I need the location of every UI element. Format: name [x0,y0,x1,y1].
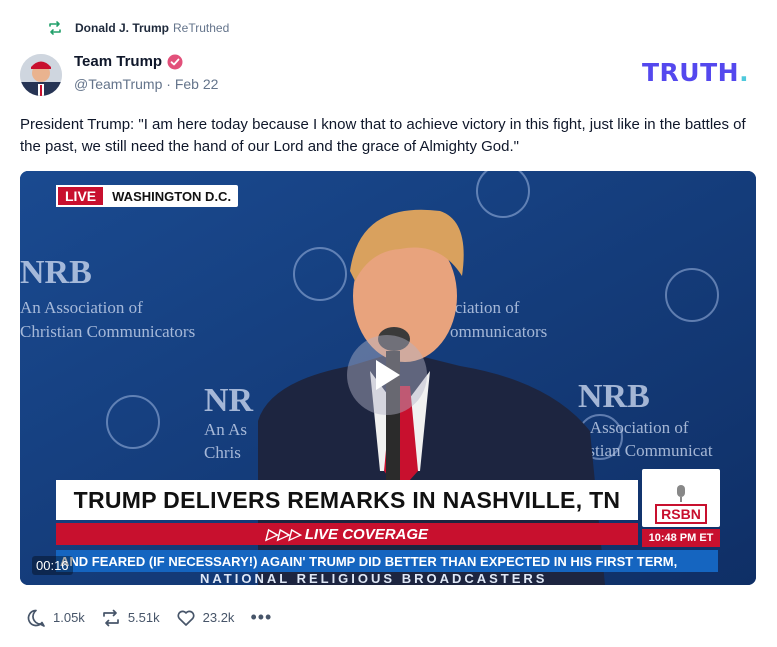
bottom-banner: NATIONAL RELIGIOUS BROADCASTERS [200,571,548,585]
reply-count: 1.05k [53,610,85,625]
play-icon [376,360,400,390]
video-timestamp: 00:16 [32,556,73,575]
live-tag: LIVE WASHINGTON D.C. [56,185,239,207]
like-count: 23.2k [202,610,235,625]
ticker-text: AND FEARED (IF NECESSARY!) AGAIN' TRUMP … [60,553,678,569]
retruth-banner: Donald J. Trump ReTruthed [47,18,229,38]
svg-text:ommunicators: ommunicators [450,322,547,341]
author-name[interactable]: Team Trump [74,53,162,70]
svg-text:An As: An As [204,420,247,439]
play-button[interactable] [347,335,427,415]
svg-text:An Association of: An Association of [20,298,143,317]
more-options-icon[interactable]: ••• [250,607,272,628]
svg-text:NRB: NRB [20,254,92,291]
broadcast-time: 10:48 PM ET [642,529,720,547]
reply-icon [27,609,45,627]
avatar[interactable] [20,54,62,96]
svg-text:iciation of: iciation of [450,298,520,317]
truth-dot: . [739,58,750,87]
video-headline: TRUMP DELIVERS REMARKS IN NASHVILLE, TN [56,480,638,520]
action-bar: 1.05k 5.51k 23.2k ••• [26,607,272,628]
news-ticker: AND FEARED (IF NECESSARY!) AGAIN' TRUMP … [56,550,718,572]
rsbn-logo: RSBN [642,469,720,527]
svg-text:n Association of: n Association of [578,418,689,437]
truth-logo[interactable]: TRUTH. [642,58,749,87]
author-handle-date[interactable]: @TeamTrump · Feb 22 [74,76,218,92]
retruth-user[interactable]: Donald J. Trump [75,21,169,35]
rsbn-label: RSBN [655,504,707,524]
live-label: LIVE [56,185,106,207]
retruth-icon [49,21,61,35]
post-text: President Trump: "I am here today becaus… [20,116,746,155]
location-label: WASHINGTON D.C. [112,188,232,204]
microphone-icon [677,485,685,502]
svg-text:Christian Communicators: Christian Communicators [20,322,195,341]
reply-button[interactable]: 1.05k [26,608,85,628]
live-coverage-bar: ▷▷▷ LIVE COVERAGE [56,523,638,545]
post-author: Team Trump @TeamTrump · Feb 22 [74,53,218,92]
video-player[interactable]: NRB An Association of Christian Communic… [20,171,756,585]
svg-text:ristian Communicat: ristian Communicat [578,441,713,460]
svg-text:NR: NR [204,382,254,419]
heart-icon [177,610,195,626]
svg-text:NRB: NRB [578,378,650,415]
retruth-icon [102,609,119,626]
retruth-count: 5.51k [127,610,160,625]
verified-badge-icon [167,54,183,69]
retruth-label: ReTruthed [173,21,230,35]
truth-wordmark: TRUTH [642,58,740,87]
retruth-button[interactable]: 5.51k [101,608,160,628]
like-button[interactable]: 23.2k [176,608,235,628]
svg-text:Chris: Chris [204,443,241,462]
